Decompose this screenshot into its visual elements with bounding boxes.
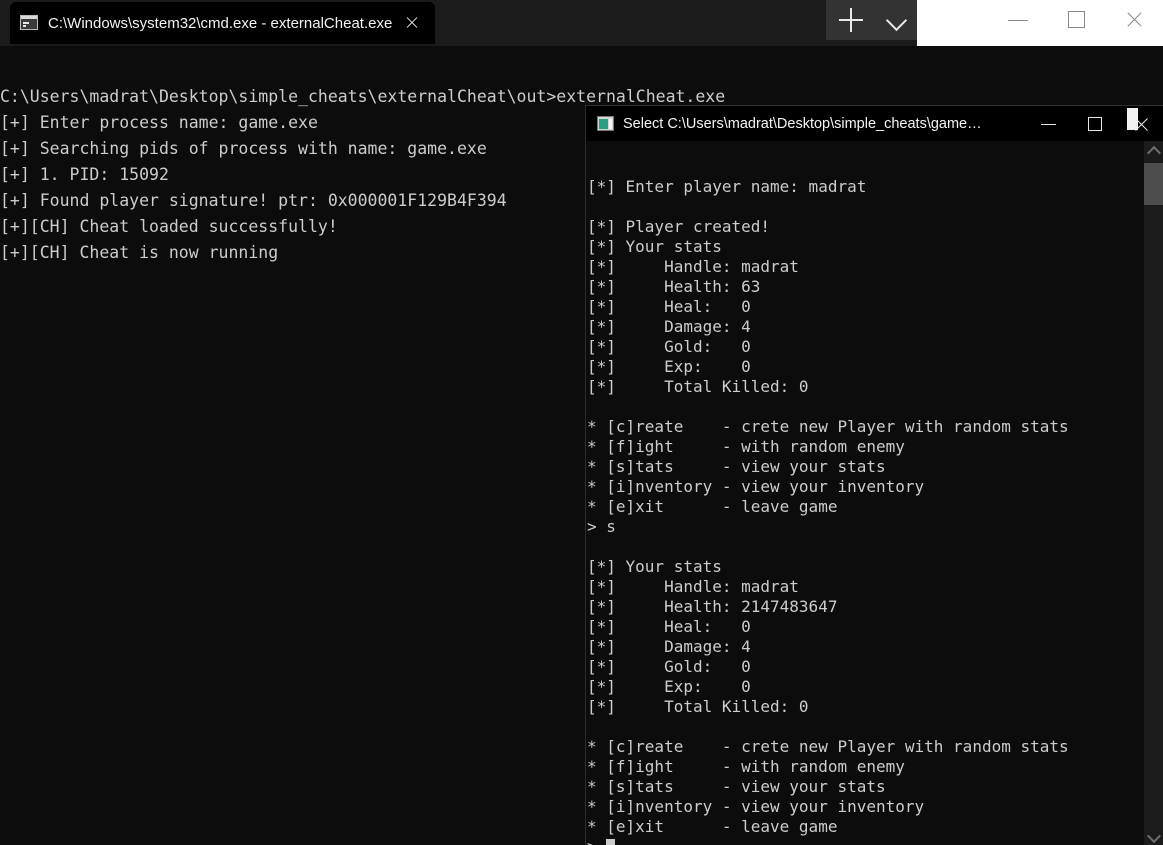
tab-title: C:\Windows\system32\cmd.exe - externalCh… [48, 14, 393, 32]
scroll-down-icon[interactable] [1144, 827, 1163, 845]
terminal-tab-active[interactable]: C:\Windows\system32\cmd.exe - externalCh… [10, 2, 435, 44]
close-button[interactable] [1105, 0, 1163, 40]
cmd-console-output: [*] Enter player name: madrat [*] Player… [587, 177, 1069, 845]
minimize-button[interactable] [989, 0, 1047, 40]
cmd-console-area[interactable]: [*] Enter player name: madrat [*] Player… [586, 141, 1145, 845]
window-caption-buttons [989, 0, 1163, 40]
console-icon [20, 15, 38, 31]
chevron-down-icon[interactable] [876, 0, 917, 40]
scroll-up-icon[interactable] [1144, 141, 1163, 161]
cmd-console-icon [597, 116, 614, 131]
screen: C:\Windows\system32\cmd.exe - externalCh… [0, 0, 1163, 845]
cmd-selection-highlight [1127, 108, 1138, 130]
cmd-block-cursor [606, 839, 616, 845]
cmd-maximize-button[interactable] [1072, 107, 1118, 141]
scrollbar-thumb[interactable] [1144, 163, 1163, 205]
new-tab-group [826, 0, 917, 40]
new-tab-plus-icon[interactable] [826, 0, 876, 40]
maximize-button[interactable] [1047, 0, 1105, 40]
cmd-titlebar[interactable]: Select C:\Users\madrat\Desktop\simple_ch… [586, 106, 1163, 141]
cmd-child-window[interactable]: Select C:\Users\madrat\Desktop\simple_ch… [585, 105, 1163, 845]
cmd-caption-buttons [1026, 107, 1163, 141]
tab-close-icon[interactable] [399, 10, 425, 36]
cmd-close-button[interactable] [1118, 107, 1163, 141]
cmd-scrollbar[interactable] [1144, 141, 1163, 845]
cmd-minimize-button[interactable] [1026, 107, 1072, 141]
cmd-window-title: Select C:\Users\madrat\Desktop\simple_ch… [623, 115, 982, 132]
terminal-titlebar: C:\Windows\system32\cmd.exe - externalCh… [0, 0, 1163, 46]
